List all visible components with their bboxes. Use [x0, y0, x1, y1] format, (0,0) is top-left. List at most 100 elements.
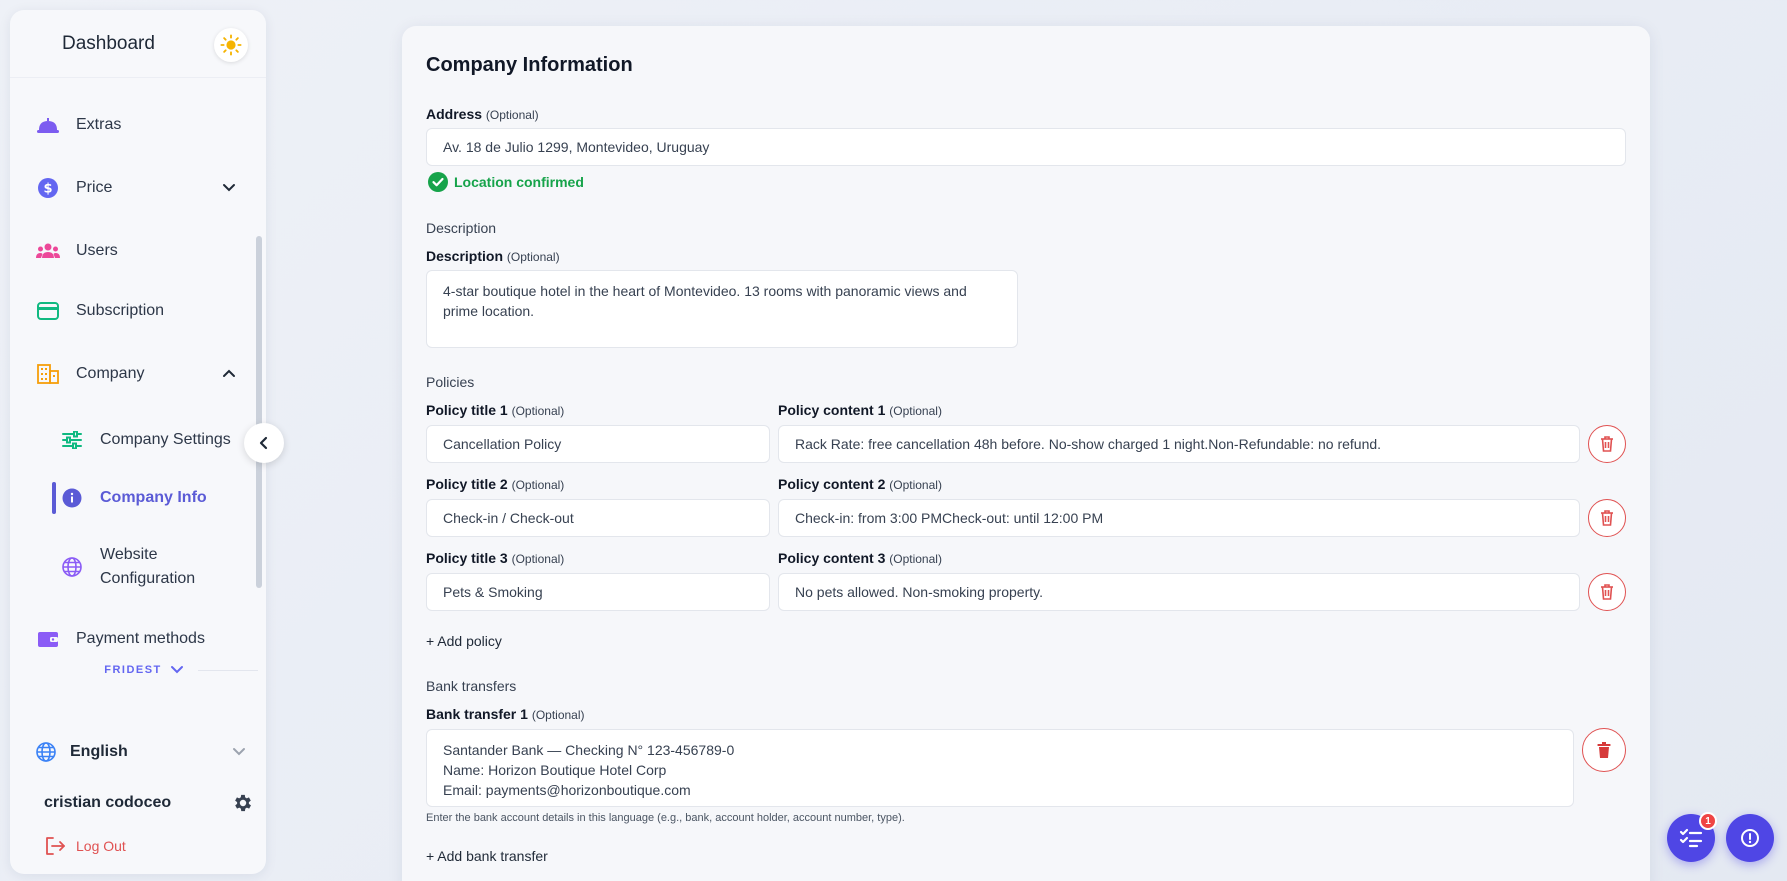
policy-content-input[interactable]: Rack Rate: free cancellation 48h before.…	[778, 425, 1580, 463]
optional-tag: (Optional)	[511, 478, 565, 492]
description-label-text: Description	[426, 248, 504, 264]
sliders-icon	[60, 428, 84, 452]
trash-icon	[1597, 742, 1611, 758]
policy-content-input[interactable]: Check-in: from 3:00 PMCheck-out: until 1…	[778, 499, 1580, 537]
workspace-name: FRIDEST	[104, 664, 162, 676]
bank-transfer-hint: Enter the bank account details in this l…	[426, 812, 905, 824]
sidebar-scrollbar[interactable]	[256, 236, 262, 588]
optional-tag: (Optional)	[531, 708, 585, 722]
optional-tag: (Optional)	[485, 108, 539, 122]
sidebar-item-company[interactable]: Company	[26, 354, 248, 394]
sidebar-item-extras[interactable]: Extras	[26, 105, 248, 145]
address-value: Av. 18 de Julio 1299, Montevideo, Urugua…	[443, 139, 710, 155]
chevron-left-icon	[259, 436, 268, 450]
policy-title-value: Check-in / Check-out	[443, 510, 574, 526]
policy-content-value: Rack Rate: free cancellation 48h before.…	[795, 436, 1382, 452]
policy-title-label: Policy title 1 (Optional)	[426, 402, 564, 418]
sidebar: Dashboard Extras $ Price Users Subscript…	[10, 10, 266, 874]
policy-content-label: Policy content 1 (Optional)	[778, 402, 942, 418]
description-label: Description (Optional)	[426, 248, 560, 264]
optional-tag: (Optional)	[511, 404, 565, 418]
sidebar-subitem-label: Company Info	[100, 489, 207, 506]
company-info-panel: Company Information Address (Optional) A…	[402, 26, 1650, 881]
policy-content-input[interactable]: No pets allowed. Non-smoking property.	[778, 573, 1580, 611]
policy-content-label-text: Policy content 3	[778, 550, 886, 566]
optional-tag: (Optional)	[511, 552, 565, 566]
description-section-title: Description	[426, 220, 497, 236]
sidebar-item-label: Price	[76, 179, 113, 196]
sidebar-item-subscription[interactable]: Subscription	[26, 291, 248, 331]
bank-transfer-textarea[interactable]: Santander Bank — Checking N° 123-456789-…	[426, 729, 1574, 807]
credit-card-icon	[36, 299, 60, 323]
add-policy-button[interactable]: + Add policy	[426, 633, 502, 649]
description-value: 4-star boutique hotel in the heart of Mo…	[443, 283, 967, 319]
policy-content-label: Policy content 2 (Optional)	[778, 476, 942, 492]
delete-bank-transfer-button[interactable]	[1582, 728, 1626, 772]
users-icon	[36, 239, 60, 263]
policy-title-label-text: Policy title 3	[426, 550, 508, 566]
divider	[197, 669, 258, 671]
bank-transfer-label: Bank transfer 1 (Optional)	[426, 706, 585, 722]
policy-title-input[interactable]: Check-in / Check-out	[426, 499, 770, 537]
tasks-button[interactable]: 1	[1667, 812, 1717, 862]
info-icon	[60, 486, 84, 510]
trash-icon	[1601, 584, 1613, 600]
address-input[interactable]: Av. 18 de Julio 1299, Montevideo, Urugua…	[426, 128, 1626, 166]
policy-title-label-text: Policy title 2	[426, 476, 508, 492]
optional-tag: (Optional)	[889, 404, 942, 418]
bank-line: Email: payments@horizonboutique.com	[443, 782, 691, 798]
user-name: cristian codoceo	[44, 794, 172, 811]
logout-button[interactable]: Log Out	[44, 836, 126, 856]
add-bank-transfer-button[interactable]: + Add bank transfer	[426, 848, 548, 864]
alert-circle-icon	[1741, 829, 1759, 847]
gear-icon[interactable]	[232, 792, 254, 814]
policy-title-value: Cancellation Policy	[443, 436, 562, 452]
policy-content-value: No pets allowed. Non-smoking property.	[795, 584, 1043, 600]
wallet-icon	[36, 627, 60, 651]
sidebar-subitem-website-configuration[interactable]: Website Configuration	[50, 542, 250, 592]
svg-text:$: $	[43, 182, 52, 197]
policy-content-value: Check-in: from 3:00 PMCheck-out: until 1…	[795, 510, 1104, 526]
sidebar-item-label: Extras	[76, 116, 122, 133]
logout-icon	[46, 837, 65, 855]
optional-tag: (Optional)	[889, 552, 942, 566]
delete-policy-button[interactable]	[1588, 573, 1626, 611]
description-textarea[interactable]: 4-star boutique hotel in the heart of Mo…	[426, 270, 1018, 348]
sidebar-subitem-company-settings[interactable]: Company Settings	[50, 420, 250, 460]
checklist-icon	[1679, 828, 1703, 848]
collapse-sidebar-button[interactable]	[244, 423, 284, 463]
user-row: cristian codoceo	[44, 792, 254, 814]
language-selector[interactable]: English	[36, 734, 258, 770]
sidebar-item-price[interactable]: $ Price	[26, 168, 248, 208]
policies-section-title: Policies	[426, 374, 475, 390]
delete-policy-button[interactable]	[1588, 425, 1626, 463]
location-status-label: Location confirmed	[454, 174, 584, 190]
address-label-text: Address	[426, 106, 483, 122]
tasks-badge: 1	[1699, 812, 1717, 830]
bank-line: Santander Bank — Checking N° 123-456789-…	[443, 742, 735, 758]
delete-policy-button[interactable]	[1588, 499, 1626, 537]
chevron-down-icon	[233, 748, 245, 756]
sidebar-item-label: Subscription	[76, 302, 165, 319]
building-icon	[36, 362, 60, 386]
trash-icon	[1601, 510, 1613, 526]
language-label: English	[70, 743, 128, 760]
theme-toggle-button[interactable]	[214, 28, 248, 62]
policy-title-input[interactable]: Pets & Smoking	[426, 573, 770, 611]
sidebar-subitem-label: Website Configuration	[100, 546, 196, 587]
address-label: Address (Optional)	[426, 106, 539, 122]
trash-icon	[1601, 436, 1613, 452]
sun-icon	[220, 34, 242, 56]
workspace-switcher[interactable]: FRIDEST	[36, 664, 258, 676]
sidebar-item-payment-methods[interactable]: Payment methods	[26, 619, 248, 659]
sidebar-subitem-company-info[interactable]: Company Info	[50, 478, 250, 518]
globe-icon	[60, 555, 84, 579]
globe-icon	[36, 742, 56, 762]
policy-title-label-text: Policy title 1	[426, 402, 508, 418]
policy-title-label: Policy title 3 (Optional)	[426, 550, 564, 566]
sidebar-item-users[interactable]: Users	[26, 231, 248, 271]
policy-title-input[interactable]: Cancellation Policy	[426, 425, 770, 463]
help-button[interactable]	[1726, 814, 1774, 862]
location-status: Location confirmed	[428, 172, 584, 192]
logout-label: Log Out	[76, 838, 126, 854]
